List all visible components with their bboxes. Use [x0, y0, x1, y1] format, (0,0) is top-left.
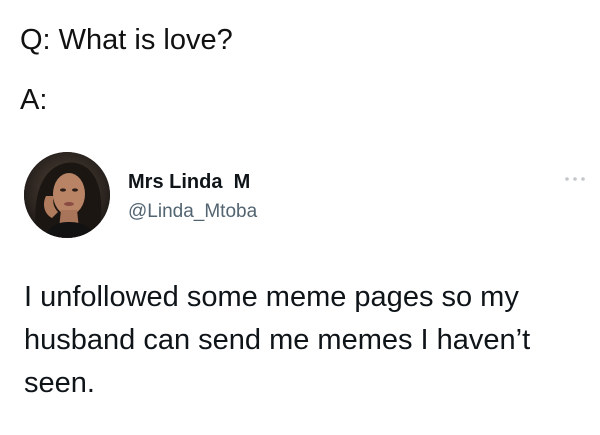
meme-question: Q: What is love? [20, 24, 233, 56]
meme-answer-label: A: [20, 84, 48, 116]
user-handle[interactable]: @Linda_Mtoba [128, 200, 257, 224]
tweet-text: I unfollowed some meme pages so my husba… [24, 281, 531, 399]
ellipsis-icon[interactable] [560, 173, 590, 185]
tweet-card: Mrs Linda M @Linda_Mtoba I unfollowed so… [0, 150, 600, 435]
display-name[interactable]: Mrs Linda M [128, 170, 250, 194]
profile-photo-icon [24, 152, 110, 238]
avatar[interactable] [24, 152, 110, 238]
